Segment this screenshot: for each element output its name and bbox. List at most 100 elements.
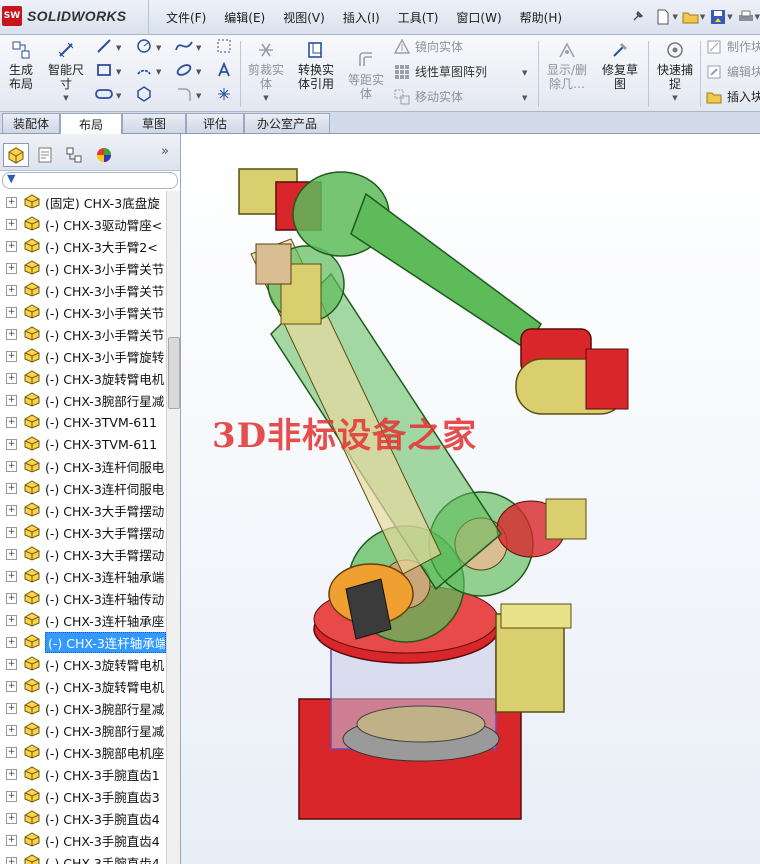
expand-toggle-icon[interactable]: + bbox=[6, 460, 17, 472]
tree-item[interactable]: + (-) CHX-3手腕直齿3 bbox=[0, 785, 166, 807]
expand-toggle-icon[interactable]: + bbox=[6, 570, 17, 582]
move-entities-button[interactable]: 移动实体 bbox=[394, 88, 463, 105]
expand-toggle-icon[interactable]: + bbox=[6, 306, 17, 318]
tab-assembly[interactable]: 装配体 bbox=[2, 113, 60, 133]
expand-toggle-icon[interactable]: + bbox=[6, 680, 17, 692]
chevron-down-icon[interactable]: ▼ bbox=[63, 91, 68, 105]
chevron-down-icon[interactable]: ▼ bbox=[156, 44, 161, 52]
chevron-down-icon[interactable]: ▼ bbox=[196, 92, 201, 100]
tree-item[interactable]: + (-) CHX-3驱动臂座< bbox=[0, 213, 166, 235]
expand-toggle-icon[interactable]: + bbox=[6, 416, 17, 428]
expand-toggle-icon[interactable]: + bbox=[6, 394, 17, 406]
expand-toggle-icon[interactable]: + bbox=[6, 526, 17, 538]
tree-item[interactable]: + (-) CHX-3小手臂关节 bbox=[0, 257, 166, 279]
expand-toggle-icon[interactable]: + bbox=[6, 724, 17, 736]
expand-panel-icon[interactable]: » bbox=[161, 144, 169, 159]
menu-help[interactable]: 帮助(H) bbox=[511, 9, 571, 26]
menu-edit[interactable]: 编辑(E) bbox=[215, 9, 274, 26]
tree-item[interactable]: + (-) CHX-3腕部行星减 bbox=[0, 697, 166, 719]
chevron-down-icon[interactable]: ▼ bbox=[116, 44, 121, 52]
convert-entities-button[interactable]: 转换实 体引用 bbox=[294, 39, 338, 91]
tree-item[interactable]: + (-) CHX-3连杆轴传动 bbox=[0, 587, 166, 609]
tree-item[interactable]: + (-) CHX-3手腕直齿1 bbox=[0, 763, 166, 785]
tree-item[interactable]: + (-) CHX-3连杆伺服电 bbox=[0, 455, 166, 477]
display-delete-relations-button[interactable]: 显示/删 除几… bbox=[544, 39, 590, 91]
tree-item[interactable]: + (-) CHX-3大手臂摆动 bbox=[0, 499, 166, 521]
scrollbar-thumb[interactable] bbox=[168, 337, 180, 409]
line-icon[interactable] bbox=[94, 37, 114, 55]
polygon-icon[interactable] bbox=[134, 85, 154, 103]
make-block-button[interactable]: 制作块 bbox=[706, 38, 760, 55]
tree-item[interactable]: + (-) CHX-3TVM-611 bbox=[0, 433, 166, 455]
tab-sketch[interactable]: 草图 bbox=[122, 113, 186, 133]
tree-item[interactable]: + (-) CHX-3腕部电机座 bbox=[0, 741, 166, 763]
tree-item[interactable]: + (-) CHX-3旋转臂电机 bbox=[0, 367, 166, 389]
tree-item[interactable]: + (-) CHX-3手腕直齿4 bbox=[0, 807, 166, 829]
expand-toggle-icon[interactable]: + bbox=[6, 196, 17, 208]
chevron-down-icon[interactable]: ▼ bbox=[672, 91, 677, 105]
tree-item[interactable]: + (-) CHX-3小手臂关节 bbox=[0, 301, 166, 323]
tree-item[interactable]: + (-) CHX-3小手臂关节 bbox=[0, 279, 166, 301]
tree-item[interactable]: + (-) CHX-3旋转臂电机 bbox=[0, 653, 166, 675]
tree-item[interactable]: + (-) CHX-3TVM-611 bbox=[0, 411, 166, 433]
expand-toggle-icon[interactable]: + bbox=[6, 372, 17, 384]
chevron-down-icon[interactable]: ▼ bbox=[755, 13, 760, 21]
tree-item[interactable]: + (固定) CHX-3底盘旋 bbox=[0, 191, 166, 213]
fillet-icon[interactable] bbox=[174, 85, 194, 103]
slot-icon[interactable] bbox=[94, 85, 114, 103]
construction-geometry-icon[interactable] bbox=[214, 37, 234, 55]
graphics-area[interactable]: 3D非标设备之家 bbox=[181, 134, 760, 864]
expand-toggle-icon[interactable]: + bbox=[6, 658, 17, 670]
expand-toggle-icon[interactable]: + bbox=[6, 328, 17, 340]
point-icon[interactable] bbox=[214, 85, 234, 103]
expand-toggle-icon[interactable]: + bbox=[6, 592, 17, 604]
menu-view[interactable]: 视图(V) bbox=[274, 9, 334, 26]
tree-item[interactable]: + (-) CHX-3连杆伺服电 bbox=[0, 477, 166, 499]
menu-window[interactable]: 窗口(W) bbox=[447, 9, 510, 26]
display-manager-tab-icon[interactable] bbox=[91, 143, 117, 167]
pin-icon[interactable] bbox=[624, 5, 650, 29]
expand-toggle-icon[interactable]: + bbox=[6, 834, 17, 846]
edit-block-button[interactable]: 编辑块 bbox=[706, 63, 760, 80]
tree-item[interactable]: + (-) CHX-3小手臂旋转 bbox=[0, 345, 166, 367]
chevron-down-icon[interactable]: ▼ bbox=[522, 69, 527, 77]
tree-item[interactable]: + (-) CHX-3手腕直齿4 bbox=[0, 829, 166, 851]
trim-entities-button[interactable]: 剪裁实 体 ▼ bbox=[246, 39, 286, 105]
tab-office-products[interactable]: 办公室产品 bbox=[244, 113, 330, 133]
menu-tools[interactable]: 工具(T) bbox=[389, 9, 448, 26]
offset-entities-button[interactable]: 等距实 体 bbox=[346, 49, 386, 101]
tree-item[interactable]: + (-) CHX-3旋转臂电机 bbox=[0, 675, 166, 697]
feature-manager-tab-icon[interactable] bbox=[3, 143, 29, 167]
expand-toggle-icon[interactable]: + bbox=[6, 790, 17, 802]
tab-evaluate[interactable]: 评估 bbox=[186, 113, 244, 133]
chevron-down-icon[interactable]: ▼ bbox=[522, 94, 527, 102]
tree-item[interactable]: + (-) CHX-3连杆轴承座 bbox=[0, 609, 166, 631]
expand-toggle-icon[interactable]: + bbox=[6, 746, 17, 758]
rectangle-icon[interactable] bbox=[94, 61, 114, 79]
tab-layout[interactable]: 布局 bbox=[60, 113, 122, 134]
chevron-down-icon[interactable]: ▼ bbox=[196, 68, 201, 76]
expand-toggle-icon[interactable]: + bbox=[6, 504, 17, 516]
expand-toggle-icon[interactable]: + bbox=[6, 856, 17, 864]
expand-toggle-icon[interactable]: + bbox=[6, 702, 17, 714]
circle-icon[interactable] bbox=[134, 37, 154, 55]
chevron-down-icon[interactable]: ▼ bbox=[156, 68, 161, 76]
expand-toggle-icon[interactable]: + bbox=[6, 768, 17, 780]
expand-toggle-icon[interactable]: + bbox=[6, 284, 17, 296]
arc-icon[interactable] bbox=[134, 61, 154, 79]
text-icon[interactable] bbox=[214, 61, 234, 79]
expand-toggle-icon[interactable]: + bbox=[6, 812, 17, 824]
generate-layout-button[interactable]: 生成 布局 bbox=[4, 39, 38, 91]
chevron-down-icon[interactable]: ▼ bbox=[196, 44, 201, 52]
expand-toggle-icon[interactable]: + bbox=[6, 218, 17, 230]
tree-item[interactable]: + (-) CHX-3腕部行星减 bbox=[0, 719, 166, 741]
tree-item[interactable]: + (-) CHX-3大手臂2< bbox=[0, 235, 166, 257]
linear-pattern-button[interactable]: 线性草图阵列 bbox=[394, 63, 487, 80]
mirror-entities-button[interactable]: 镜向实体 bbox=[394, 38, 463, 55]
spline-icon[interactable] bbox=[174, 37, 194, 55]
chevron-down-icon[interactable]: ▼ bbox=[116, 92, 121, 100]
tree-item[interactable]: + (-) CHX-3连杆轴承端 bbox=[0, 631, 166, 653]
tree-item[interactable]: + (-) CHX-3小手臂关节 bbox=[0, 323, 166, 345]
filter-input[interactable]: ▼ bbox=[2, 172, 178, 189]
tree-item[interactable]: + (-) CHX-3大手臂摆动 bbox=[0, 543, 166, 565]
